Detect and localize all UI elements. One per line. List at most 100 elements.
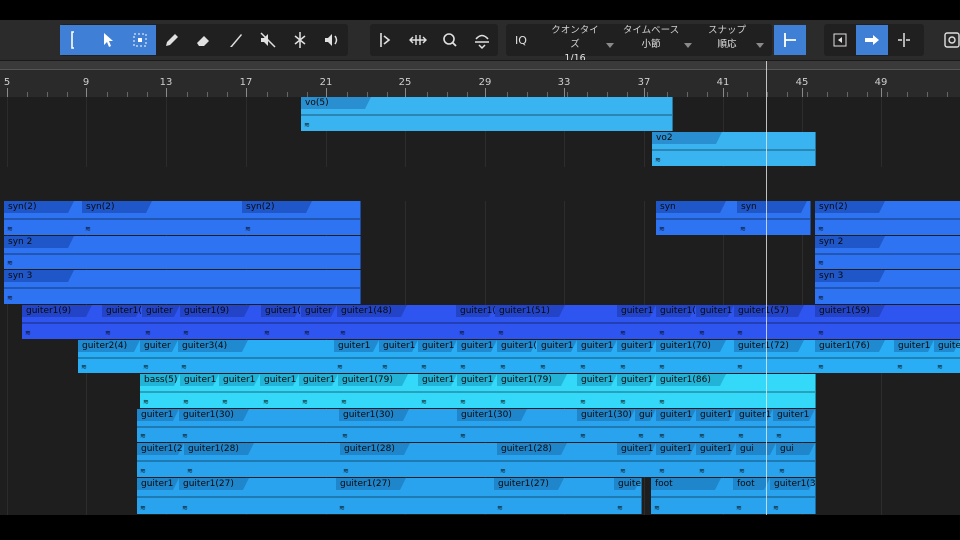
event-clip[interactable]: guiter1 ≋ <box>934 340 960 373</box>
follow-left-button[interactable] <box>824 25 856 55</box>
event-clip[interactable]: syn ≋ <box>737 201 811 235</box>
event-clip[interactable]: guiter ≋ <box>301 305 338 339</box>
listen-button[interactable] <box>466 25 498 55</box>
event-clip[interactable]: guiter1(3 ≋ <box>770 478 816 514</box>
event-clip[interactable]: guiter1 ≋ <box>617 340 657 373</box>
event-clip[interactable]: syn(2) ≋ <box>82 201 243 235</box>
event-clip[interactable]: syn(2) ≋ <box>4 201 83 235</box>
pencil-tool[interactable] <box>156 25 188 55</box>
event-clip[interactable]: guiter1(57) ≋ <box>734 305 816 339</box>
event-clip[interactable]: guiter1(79) ≋ <box>497 374 578 408</box>
event-clip[interactable]: guiter ≋ <box>140 340 179 373</box>
event-clip[interactable]: syn 2 ≋ <box>815 236 960 269</box>
event-clip[interactable]: guiter1 ≋ <box>773 409 816 442</box>
snap-select[interactable]: スナップ 順応 <box>702 24 764 56</box>
event-clip[interactable]: guiter1(51) ≋ <box>495 305 618 339</box>
event-clip[interactable]: guiter1 ≋ <box>137 478 180 514</box>
event-clip[interactable]: guiter1(79) ≋ <box>338 374 419 408</box>
event-clip[interactable]: guiter1(59) ≋ <box>815 305 960 339</box>
event-clip[interactable]: guiter1(28) ≋ <box>184 443 341 477</box>
ruler-loop-strip[interactable] <box>0 61 960 70</box>
event-clip[interactable]: guiter1 ≋ <box>696 443 737 477</box>
event-clip[interactable]: guiter1 ≋ <box>577 374 618 408</box>
event-clip[interactable]: guiter1(≋ <box>497 340 538 373</box>
event-clip[interactable]: guiter1(30) ≋ <box>457 409 578 442</box>
arrow-tool[interactable] <box>92 25 124 55</box>
event-clip[interactable]: bass(5) ≋ <box>140 374 181 408</box>
event-clip[interactable]: guiter1 ≋ <box>537 340 578 373</box>
event-clip[interactable]: syn(2) ≋ <box>242 201 361 235</box>
event-clip[interactable]: guiter1 ≋ <box>334 340 380 373</box>
event-clip[interactable]: guiter1 ≋ <box>617 443 657 477</box>
event-clip[interactable]: guiter1(30) ≋ <box>339 409 458 442</box>
event-clip[interactable]: guiter1 ≋ <box>457 340 498 373</box>
zoom-fit-button[interactable] <box>936 25 960 55</box>
eraser-tool[interactable] <box>188 25 220 55</box>
event-clip[interactable]: guiter1(28) ≋ <box>497 443 618 477</box>
playhead-cursor[interactable] <box>766 61 767 515</box>
range-select-tool[interactable] <box>60 25 92 55</box>
quantize-select[interactable]: クオンタイズ 1/16 <box>548 24 614 60</box>
mute-tool[interactable] <box>252 25 284 55</box>
event-clip[interactable]: guiter1(2 ≋ <box>137 443 185 477</box>
event-clip[interactable]: guiter1(86) ≋ <box>656 374 816 408</box>
event-clip[interactable]: guiter1 ≋ <box>299 374 339 408</box>
event-clip[interactable]: guiter3(4) ≋ <box>178 340 335 373</box>
zoom-button[interactable] <box>434 25 466 55</box>
event-clip[interactable]: syn 3 ≋ <box>4 270 361 304</box>
bend-marker-button[interactable] <box>370 25 402 55</box>
event-clip[interactable]: guiter ≋ <box>142 305 181 339</box>
event-clip[interactable]: guiter1(≋ <box>656 305 697 339</box>
split-tool[interactable] <box>284 25 316 55</box>
event-clip[interactable]: guiter1 ≋ <box>457 374 498 408</box>
event-clip[interactable]: guiter1 ≋ <box>696 409 736 442</box>
event-clip[interactable]: guiter1 ≋ <box>656 443 697 477</box>
event-clip[interactable]: guiter1(27) ≋ <box>179 478 337 514</box>
timebase-select[interactable]: タイムベース 小節 <box>622 24 692 56</box>
event-clip[interactable]: guiter2(4) ≋ <box>78 340 141 373</box>
event-clip[interactable]: guiter1 ≋ <box>735 409 774 442</box>
event-clip[interactable]: guiter1(48) ≋ <box>337 305 457 339</box>
event-clip[interactable]: guiter1(≋ <box>102 305 143 339</box>
event-clip[interactable]: syn 2 ≋ <box>4 236 361 269</box>
event-clip[interactable]: guiter1 ≋ <box>418 340 458 373</box>
event-clip[interactable]: guiter1 ≋ <box>379 340 419 373</box>
event-clip[interactable]: guiter1 ≋ <box>894 340 935 373</box>
event-clip[interactable]: guiter1 ≋ <box>418 374 458 408</box>
event-clip[interactable]: guiter1(≋ <box>456 305 496 339</box>
follow-right-button[interactable] <box>856 25 888 55</box>
event-clip[interactable]: guiter1 ≋ <box>180 374 220 408</box>
event-clip[interactable]: vo2 ≋ <box>652 132 816 166</box>
event-clip[interactable]: guiter1(28) ≋ <box>340 443 498 477</box>
event-clip[interactable]: guiter1(30) ≋ <box>577 409 636 442</box>
empty-lane[interactable] <box>0 167 960 201</box>
event-clip[interactable]: syn 3 ≋ <box>815 270 960 304</box>
event-clip[interactable]: guiter1 ≋ <box>656 409 697 442</box>
arrangement-lanes[interactable]: vo(5) ≋ vo2 ≋ syn(2) ≋ syn(2) ≋ syn(2) ≋ syn ≋ syn ≋ s… <box>0 97 960 515</box>
event-clip[interactable]: foot ≋ <box>651 478 734 514</box>
event-clip[interactable]: guiter1(9) ≋ <box>22 305 103 339</box>
event-clip[interactable]: guiter1(72) ≋ <box>734 340 816 373</box>
event-clip[interactable]: guiter1 ≋ <box>617 374 657 408</box>
event-clip[interactable]: guiter1(70) ≋ <box>656 340 735 373</box>
event-clip[interactable]: guiter1(30) ≋ <box>179 409 340 442</box>
event-clip[interactable]: guiter1 ≋ <box>617 305 657 339</box>
event-clip[interactable]: guite ≋ <box>614 478 642 514</box>
event-clip[interactable]: guiter1(9) ≋ <box>180 305 262 339</box>
event-clip[interactable]: guiter1(76) ≋ <box>815 340 895 373</box>
event-clip[interactable]: guiter1(27) ≋ <box>336 478 495 514</box>
marquee-tool[interactable] <box>124 25 156 55</box>
paint-tool[interactable] <box>220 25 252 55</box>
time-stretch-button[interactable] <box>402 25 434 55</box>
event-clip[interactable]: gui ≋ <box>635 409 657 442</box>
event-clip[interactable]: guiter1 ≋ <box>219 374 261 408</box>
event-clip[interactable]: guiter1 ≋ <box>260 374 300 408</box>
event-clip[interactable]: vo(5) ≋ <box>301 97 673 131</box>
listen-tool[interactable] <box>316 25 348 55</box>
event-clip[interactable]: guiter1 ≋ <box>137 409 180 442</box>
cursor-split-button[interactable] <box>888 25 920 55</box>
event-clip[interactable]: guiter1(≋ <box>261 305 302 339</box>
event-clip[interactable]: syn(2) ≋ <box>815 201 960 235</box>
event-clip[interactable]: gui ≋ <box>736 443 777 477</box>
event-clip[interactable]: syn ≋ <box>656 201 738 235</box>
